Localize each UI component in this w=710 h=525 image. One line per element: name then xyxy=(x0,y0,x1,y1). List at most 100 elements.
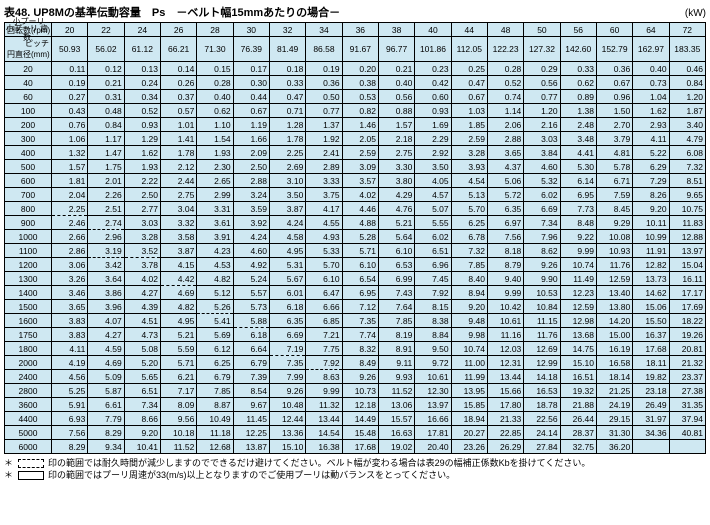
value-cell: 2.09 xyxy=(233,146,269,160)
value-cell: 6.95 xyxy=(342,286,378,300)
rpm-header: 800 xyxy=(5,202,52,216)
table-row: 1000.430.480.520.570.620.670.710.770.820… xyxy=(5,104,706,118)
value-cell: 6.69 xyxy=(269,328,305,342)
value-cell: 2.46 xyxy=(52,216,88,230)
value-cell: 0.40 xyxy=(197,90,233,104)
value-cell: 5.87 xyxy=(88,384,124,398)
value-cell: 10.99 xyxy=(633,230,669,244)
value-cell: 3.31 xyxy=(197,202,233,216)
value-cell: 4.93 xyxy=(306,230,342,244)
value-cell: 3.57 xyxy=(342,174,378,188)
value-cell: 5.67 xyxy=(269,272,305,286)
value-cell: 4.29 xyxy=(378,188,414,202)
value-cell: 1.03 xyxy=(451,104,487,118)
value-cell: 5.31 xyxy=(269,258,305,272)
value-cell: 5.30 xyxy=(560,160,596,174)
value-cell: 9.72 xyxy=(415,356,451,370)
value-cell: 7.64 xyxy=(378,300,414,314)
value-cell: 17.68 xyxy=(342,440,378,454)
value-cell: 26.29 xyxy=(487,440,523,454)
value-cell: 10.75 xyxy=(669,202,705,216)
value-cell: 3.96 xyxy=(88,300,124,314)
value-cell: 10.74 xyxy=(560,258,596,272)
value-cell: 16.38 xyxy=(306,440,342,454)
value-cell: 17.69 xyxy=(669,300,705,314)
value-cell: 6.01 xyxy=(269,286,305,300)
value-cell: 18.14 xyxy=(596,370,632,384)
value-cell: 11.99 xyxy=(451,370,487,384)
value-cell: 4.51 xyxy=(124,314,160,328)
rpm-header: 1750 xyxy=(5,328,52,342)
table-row: 12003.063.423.784.154.534.925.315.706.10… xyxy=(5,258,706,272)
value-cell: 1.92 xyxy=(306,132,342,146)
value-cell: 15.00 xyxy=(596,328,632,342)
value-cell: 8.66 xyxy=(124,412,160,426)
value-cell: 3.87 xyxy=(161,244,197,258)
value-cell: 0.20 xyxy=(342,62,378,76)
table-row: 8002.252.512.773.043.313.593.874.174.464… xyxy=(5,202,706,216)
rpm-header: 5000 xyxy=(5,426,52,440)
value-cell: 8.62 xyxy=(524,244,560,258)
value-cell: 6.96 xyxy=(415,258,451,272)
teeth-header: 60 xyxy=(596,23,632,37)
value-cell: 8.29 xyxy=(88,426,124,440)
value-cell: 8.87 xyxy=(197,398,233,412)
teeth-header: 34 xyxy=(306,23,342,37)
value-cell: 6.25 xyxy=(451,216,487,230)
table-row: 600.270.310.340.370.400.440.470.500.530.… xyxy=(5,90,706,104)
value-cell: 6.78 xyxy=(451,230,487,244)
value-cell: 21.25 xyxy=(596,384,632,398)
rpm-header: 3600 xyxy=(5,398,52,412)
table-row: 28005.255.876.517.177.858.549.269.9910.7… xyxy=(5,384,706,398)
unit-label: (kW) xyxy=(685,8,706,19)
value-cell: 1.17 xyxy=(88,132,124,146)
rpm-header: 300 xyxy=(5,132,52,146)
value-cell: 5.09 xyxy=(88,370,124,384)
dia-header: 66.21 xyxy=(161,37,197,62)
value-cell: 3.78 xyxy=(124,258,160,272)
value-cell: 1.19 xyxy=(233,118,269,132)
value-cell: 1.93 xyxy=(197,146,233,160)
table-row: 400.190.210.240.260.280.300.330.360.380.… xyxy=(5,76,706,90)
value-cell: 6.54 xyxy=(342,272,378,286)
dia-header: 152.79 xyxy=(596,37,632,62)
value-cell: 6.51 xyxy=(415,244,451,258)
value-cell: 7.56 xyxy=(487,230,523,244)
rpm-header: 40 xyxy=(5,76,52,90)
dia-row: ピッチ 円直径(mm) 50.9356.0261.1266.2171.3076.… xyxy=(5,37,706,62)
value-cell: 8.45 xyxy=(596,202,632,216)
value-cell: 15.06 xyxy=(633,300,669,314)
value-cell: 15.10 xyxy=(269,440,305,454)
value-cell: 14.54 xyxy=(306,426,342,440)
value-cell: 11.49 xyxy=(560,272,596,286)
rpm-header: 6000 xyxy=(5,440,52,454)
value-cell: 2.06 xyxy=(487,118,523,132)
value-cell: 4.69 xyxy=(161,286,197,300)
value-cell: 8.09 xyxy=(161,398,197,412)
value-cell: 0.28 xyxy=(487,62,523,76)
value-cell: 0.74 xyxy=(487,90,523,104)
value-cell: 2.77 xyxy=(124,202,160,216)
value-cell: 27.84 xyxy=(524,440,560,454)
value-cell: 12.99 xyxy=(524,356,560,370)
value-cell: 4.11 xyxy=(633,132,669,146)
value-cell: 15.66 xyxy=(487,384,523,398)
value-cell: 11.18 xyxy=(197,426,233,440)
value-cell: 2.26 xyxy=(88,188,124,202)
value-cell: 2.48 xyxy=(560,118,596,132)
value-cell: 3.32 xyxy=(161,216,197,230)
value-cell: 1.54 xyxy=(197,132,233,146)
dia-header: 127.32 xyxy=(524,37,560,62)
value-cell: 16.51 xyxy=(560,370,596,384)
value-cell: 5.72 xyxy=(487,188,523,202)
value-cell: 0.40 xyxy=(378,76,414,90)
value-cell: 4.57 xyxy=(415,188,451,202)
value-cell: 7.32 xyxy=(451,244,487,258)
table-title: 表48. UP8Mの基準伝動容量 Ps －ベルト幅15mmあたりの場合－ xyxy=(4,4,340,20)
rpm-header: 1400 xyxy=(5,286,52,300)
value-cell: 20.27 xyxy=(451,426,487,440)
value-cell: 9.93 xyxy=(378,370,414,384)
dia-header: 71.30 xyxy=(197,37,233,62)
value-cell: 15.57 xyxy=(378,412,414,426)
teeth-header: 40 xyxy=(415,23,451,37)
